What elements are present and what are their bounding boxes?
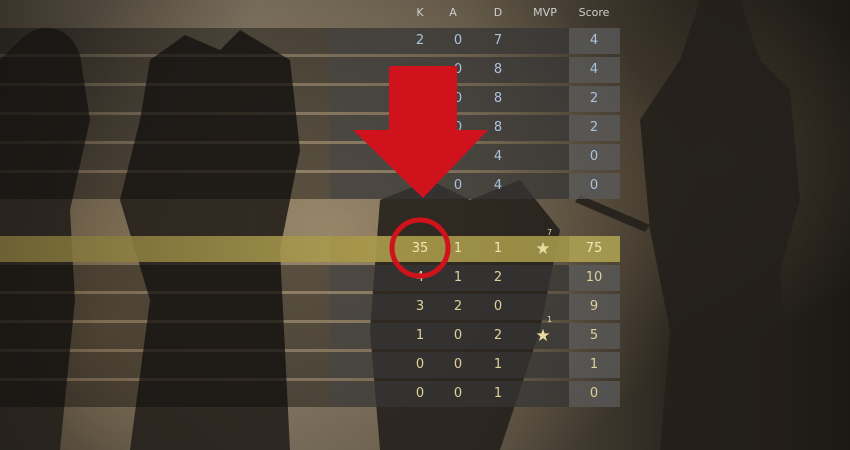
kills-cell: 0 (415, 357, 425, 372)
score-cell: 4 (589, 33, 599, 48)
kills-cell: 35 (411, 241, 429, 256)
score-cell: 0 (589, 178, 599, 193)
header-assists: A (449, 6, 457, 19)
assists-cell: 0 (453, 178, 463, 193)
player-row-ct-2[interactable]: 0 8 4 (0, 57, 620, 83)
deaths-cell: 2 (493, 328, 503, 343)
mvp-star-glyph: ★ (535, 239, 551, 259)
mvp-star-icon: ★ 7 (528, 229, 558, 262)
deaths-cell: 0 (493, 299, 503, 314)
deaths-cell: 1 (493, 357, 503, 372)
score-cell: 2 (589, 120, 599, 135)
header-mvp: MVP (533, 6, 557, 19)
deaths-cell: 4 (493, 149, 503, 164)
player-row-ct-5[interactable]: 4 0 (0, 144, 620, 170)
assists-cell: 0 (453, 120, 463, 135)
deaths-cell: 4 (493, 178, 503, 193)
assists-cell (443, 144, 473, 170)
player-row-ct-6[interactable]: 0 4 0 (0, 173, 620, 199)
assists-cell: 0 (453, 357, 463, 372)
assists-cell: 0 (453, 91, 463, 106)
mvp-star-icon: ★ 1 (528, 316, 558, 349)
kills-cell: 4 (415, 270, 425, 285)
mvp-star-glyph: ★ (535, 326, 551, 346)
player-row-t-3[interactable]: 3 2 0 9 (0, 294, 620, 320)
deaths-cell: 1 (493, 241, 503, 256)
kills-cell: 2 (415, 33, 425, 48)
score-cell: 2 (589, 91, 599, 106)
score-cell: 9 (589, 299, 599, 314)
assists-cell: 0 (453, 328, 463, 343)
score-cell: 0 (589, 149, 599, 164)
deaths-cell: 8 (493, 120, 503, 135)
assists-cell: 0 (453, 386, 463, 401)
score-cell: 4 (589, 62, 599, 77)
deaths-cell: 1 (493, 386, 503, 401)
kills-cell (405, 57, 435, 83)
deaths-cell: 8 (493, 91, 503, 106)
deaths-cell: 2 (493, 270, 503, 285)
deaths-cell: 7 (493, 33, 503, 48)
assists-cell: 2 (453, 299, 463, 314)
header-deaths: D (493, 6, 503, 19)
player-row-t-4[interactable]: 1 0 2 ★ 1 5 (0, 316, 620, 349)
kills-cell (405, 173, 435, 199)
mvp-count: 1 (547, 315, 553, 324)
kills-cell: 3 (415, 299, 425, 314)
score-cell: 1 (589, 357, 599, 372)
player-row-ct-4[interactable]: 0 8 2 (0, 115, 620, 141)
player-row-t-1-highlighted[interactable]: 35 1 1 ★ 7 75 (0, 229, 620, 262)
score-cell: 5 (589, 328, 599, 343)
header-score: Score (578, 6, 610, 19)
mvp-count: 7 (547, 228, 553, 237)
score-cell: 0 (589, 386, 599, 401)
player-row-ct-3[interactable]: 0 8 2 (0, 86, 620, 112)
score-cell: 75 (585, 241, 603, 256)
assists-cell: 1 (453, 270, 463, 285)
kills-cell (405, 144, 435, 170)
player-row-t-6[interactable]: 0 0 1 0 (0, 381, 620, 407)
kills-cell (405, 115, 435, 141)
kills-cell: 0 (415, 386, 425, 401)
kills-cell (405, 86, 435, 112)
player-row-t-2[interactable]: 4 1 2 10 (0, 265, 620, 291)
kills-cell: 1 (415, 328, 425, 343)
player-row-t-5[interactable]: 0 0 1 1 (0, 352, 620, 378)
header-kills: K (416, 6, 424, 19)
assists-cell: 0 (453, 62, 463, 77)
score-cell: 10 (585, 270, 603, 285)
assists-cell: 1 (453, 241, 463, 256)
player-row-ct-1[interactable]: 2 0 7 4 (0, 28, 620, 54)
assists-cell: 0 (453, 33, 463, 48)
deaths-cell: 8 (493, 62, 503, 77)
